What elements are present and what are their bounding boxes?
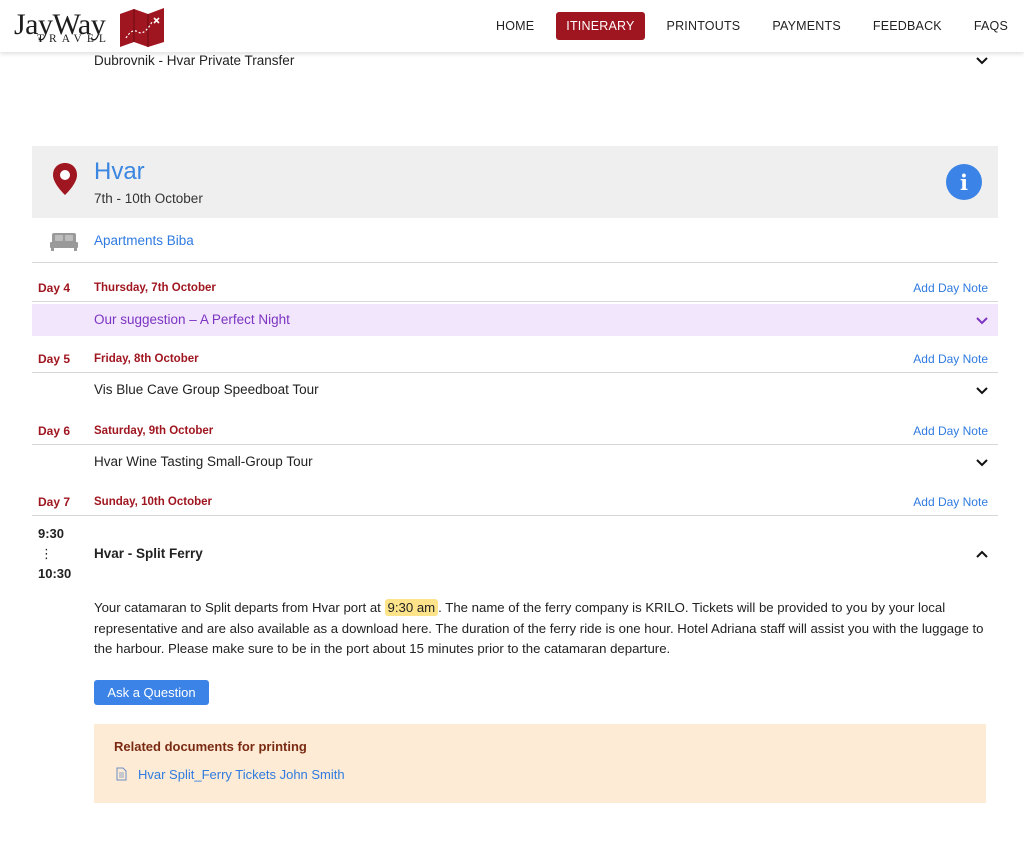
chevron-down-icon[interactable] [976, 386, 988, 396]
suggestion-row[interactable]: Our suggestion – A Perfect Night [32, 304, 998, 336]
hotel-link[interactable]: Apartments Biba [94, 233, 194, 248]
location-header: Hvar 7th - 10th October i [32, 146, 998, 218]
item-title: Dubrovnik - Hvar Private Transfer [94, 53, 295, 68]
map-logo-icon [120, 8, 164, 47]
day-number: Day 4 [38, 281, 71, 295]
time-separator: ⋮ [40, 546, 53, 561]
day-header: Day 5 Friday, 8th October Add Day Note [32, 345, 998, 373]
document-link[interactable]: Hvar Split_Ferry Tickets John Smith [138, 767, 345, 782]
end-time: 10:30 [38, 566, 72, 581]
itinerary-item[interactable]: Vis Blue Cave Group Speedboat Tour [94, 374, 998, 406]
main-nav: HOME ITINERARY PRINTOUTS PAYMENTS FEEDBA… [480, 12, 1024, 40]
chevron-up-icon[interactable] [976, 549, 988, 559]
day-date: Friday, 8th October [94, 353, 199, 365]
ferry-item-title[interactable]: Hvar - Split Ferry [94, 546, 203, 561]
nav-home[interactable]: HOME [480, 12, 550, 40]
map-pin-icon [53, 163, 77, 195]
itinerary-item[interactable]: Hvar Wine Tasting Small-Group Tour [94, 446, 998, 478]
itinerary-item-transfer[interactable]: Dubrovnik - Hvar Private Transfer [94, 52, 994, 70]
start-time: 9:30 [38, 526, 65, 541]
add-day-note-link[interactable]: Add Day Note [913, 495, 988, 509]
related-documents-panel: Related documents for printing Hvar Spli… [94, 724, 986, 803]
documents-heading: Related documents for printing [114, 739, 307, 754]
location-dates: 7th - 10th October [94, 191, 203, 206]
ferry-description: Your catamaran to Split departs from Hva… [94, 598, 998, 660]
jayway-logo[interactable]: JayWay TRAVEL [14, 6, 174, 48]
description-text: Your catamaran to Split departs from Hva… [94, 600, 381, 615]
bed-icon [50, 233, 78, 251]
suggestion-title: Our suggestion – A Perfect Night [94, 312, 290, 327]
day-number: Day 6 [38, 424, 71, 438]
nav-payments[interactable]: PAYMENTS [756, 12, 857, 40]
nav-printouts[interactable]: PRINTOUTS [651, 12, 757, 40]
document-icon [116, 767, 127, 781]
logo-subtitle: TRAVEL [37, 33, 111, 45]
info-icon[interactable]: i [946, 164, 982, 200]
day-number: Day 5 [38, 352, 71, 366]
day-header: Day 6 Saturday, 9th October Add Day Note [32, 417, 998, 445]
nav-faqs[interactable]: FAQS [958, 12, 1024, 40]
nav-feedback[interactable]: FEEDBACK [857, 12, 958, 40]
add-day-note-link[interactable]: Add Day Note [913, 352, 988, 366]
item-title: Hvar Wine Tasting Small-Group Tour [94, 454, 313, 469]
chevron-down-icon[interactable] [976, 316, 988, 326]
add-day-note-link[interactable]: Add Day Note [913, 424, 988, 438]
day-date: Thursday, 7th October [94, 282, 216, 294]
time-range: 9:30 ⋮ 10:30 [38, 526, 78, 581]
chevron-down-icon[interactable] [976, 56, 988, 66]
day-header: Day 4 Thursday, 7th October Add Day Note [32, 274, 998, 302]
nav-itinerary[interactable]: ITINERARY [556, 12, 645, 40]
day-date: Saturday, 9th October [94, 425, 214, 437]
accommodation-row: Apartments Biba [32, 219, 998, 263]
top-navigation-bar: JayWay TRAVEL HOME ITINERARY PRINTOUTS P… [0, 0, 1024, 52]
departure-time-highlight: 9:30 am [384, 599, 439, 616]
chevron-down-icon[interactable] [976, 458, 988, 468]
ask-question-button[interactable]: Ask a Question [94, 680, 209, 705]
location-title: Hvar [94, 158, 145, 185]
day-date: Sunday, 10th October [94, 496, 213, 508]
day-number: Day 7 [38, 495, 71, 509]
add-day-note-link[interactable]: Add Day Note [913, 281, 988, 295]
day-header: Day 7 Sunday, 10th October Add Day Note [32, 488, 998, 516]
item-title: Vis Blue Cave Group Speedboat Tour [94, 382, 319, 397]
